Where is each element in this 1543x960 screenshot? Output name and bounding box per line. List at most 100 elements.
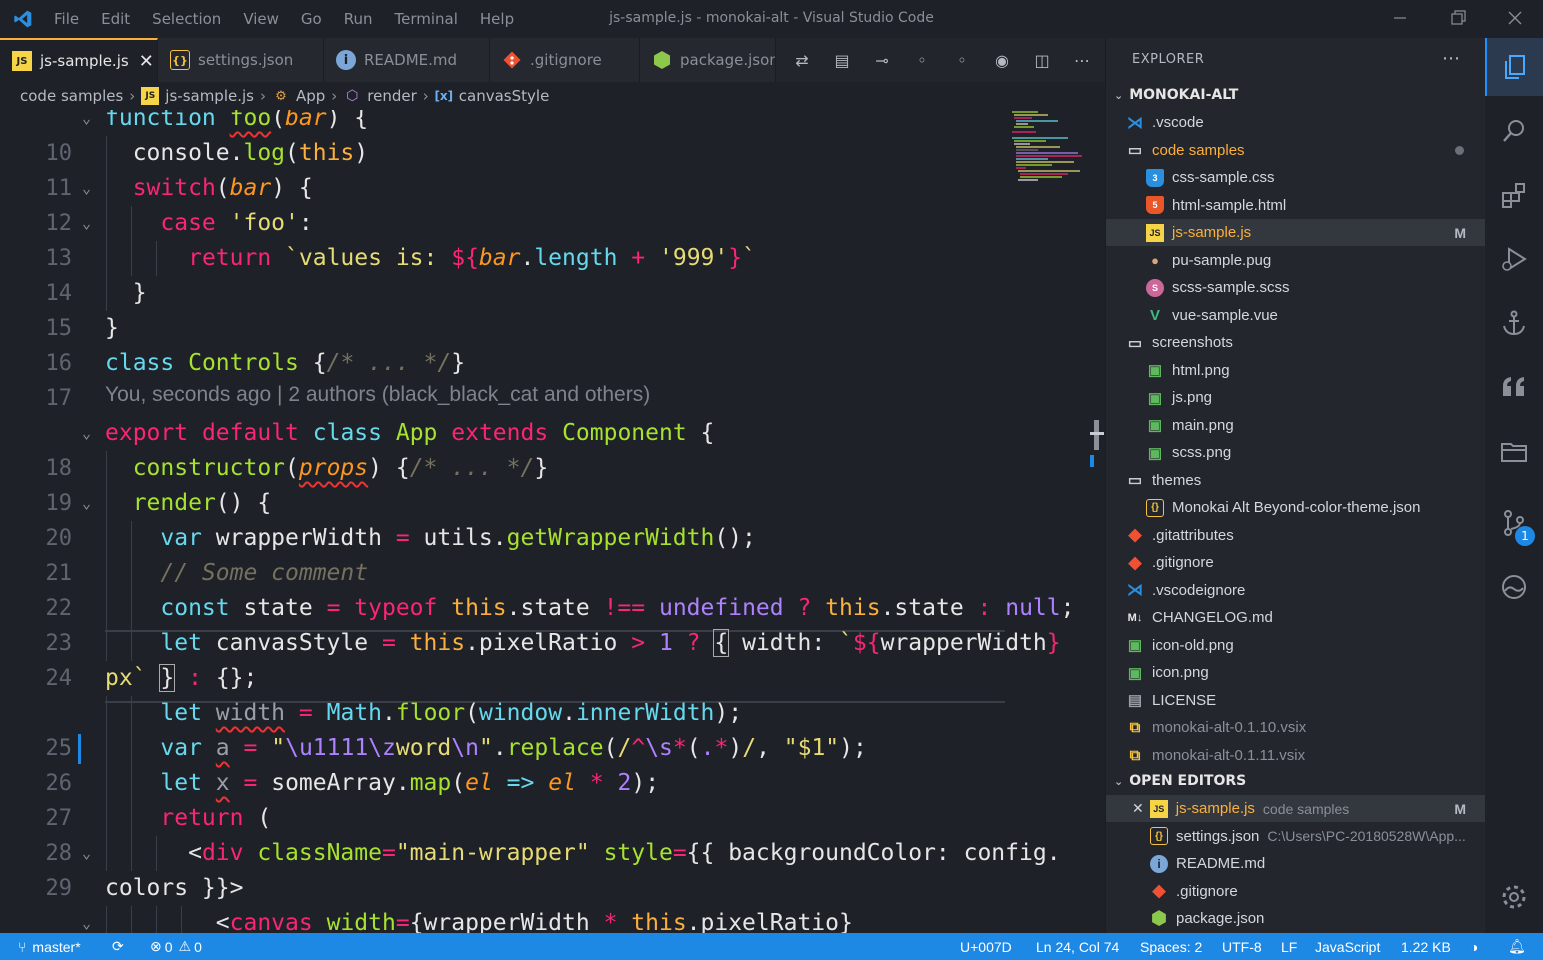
open-editor-item[interactable]: i README.md [1106,850,1486,877]
explorer-item[interactable]: M↓ CHANGELOG.md [1106,604,1486,631]
indentation-status[interactable]: Spaces: 2 [1140,933,1202,960]
explorer-item[interactable]: Sscss-sample.scss [1106,274,1486,301]
cursor-position-status[interactable]: Ln 24, Col 74 [1036,933,1119,960]
explorer-item[interactable]: ⋊ .vscode [1106,109,1486,136]
fold-chevron-icon[interactable]: ⌄ [82,171,91,206]
menu-help[interactable]: Help [480,10,514,28]
tab-gitignore[interactable]: .gitignore [490,38,640,82]
language-mode-status[interactable]: JavaScript [1315,933,1380,960]
menu-terminal[interactable]: Terminal [395,10,458,28]
explorer-item[interactable]: ⧉ monokai-alt-0.1.10.vsix [1106,714,1486,741]
fold-chevron-icon[interactable]: ⌄ [82,906,91,933]
open-preview-icon[interactable]: ▤ [822,48,862,72]
workspace-section-header[interactable]: ⌄ MONOKAI-ALT [1106,82,1486,108]
explorer-icon[interactable] [1485,38,1543,96]
fold-chevron-icon[interactable]: ⌄ [82,206,91,241]
more-actions-icon[interactable]: ⋯ [1442,48,1460,69]
next-change-icon[interactable]: ◦ [942,48,982,72]
codelens-authors[interactable]: You, seconds ago | 2 authors (black_blac… [105,383,650,407]
sync-icon[interactable]: ⟳ [112,933,124,960]
fold-chevron-icon[interactable]: ⌄ [82,110,91,136]
explorer-item[interactable]: ▣ js.png [1106,384,1486,411]
menu-go[interactable]: Go [301,10,322,28]
explorer-item[interactable]: ▣ html.png [1106,357,1486,384]
timeline-icon[interactable] [1485,558,1543,616]
compare-changes-icon[interactable]: ⇄ [782,48,822,72]
close-window-icon[interactable] [1505,8,1525,28]
extensions-icon[interactable] [1485,166,1543,224]
explorer-item[interactable]: JS js-sample.js M [1106,219,1486,246]
previous-change-icon[interactable]: ◦ [902,48,942,72]
menu-file[interactable]: File [54,10,79,28]
tab-readme[interactable]: i README.md [324,38,490,82]
info-icon: i [1150,854,1168,873]
menu-selection[interactable]: Selection [152,10,221,28]
breadcrumb-folder[interactable]: code samples [20,87,123,105]
notifications-bell-icon[interactable]: 🔔︎ [1508,933,1526,960]
explorer-item[interactable]: ▣ main.png [1106,412,1486,439]
branch-status[interactable]: ⑂ master* [18,933,81,960]
explorer-item[interactable]: ▣ icon-old.png [1106,632,1486,659]
explorer-item[interactable]: ▭ themes [1106,467,1486,494]
breadcrumb-class[interactable]: App [296,87,325,105]
settings-gear-icon[interactable] [1485,868,1543,926]
activity-bar: 1 [1485,38,1543,933]
explorer-item[interactable]: {} Monokai Alt Beyond-color-theme.json [1106,494,1486,521]
minimize-icon[interactable] [1390,8,1410,28]
folder-icon[interactable] [1485,422,1543,480]
tab-label: .gitignore [530,51,602,69]
breadcrumb-file[interactable]: js-sample.js [165,87,254,105]
explorer-item[interactable]: ▭ code samples [1106,137,1486,164]
fold-chevron-icon[interactable]: ⌄ [82,486,91,521]
theme-toggle-icon[interactable]: ◑ [1470,933,1478,960]
breadcrumb-variable[interactable]: canvasStyle [459,87,550,105]
problems-status[interactable]: ⊗ 0 ⚠ 0 [150,933,202,960]
open-editor-item[interactable]: ◆ .gitignore [1106,878,1486,905]
close-editor-icon[interactable]: ✕ [1132,800,1144,817]
explorer-item[interactable]: ⧉ monokai-alt-0.1.11.vsix [1106,742,1486,769]
explorer-item[interactable]: ▣ scss.png [1106,439,1486,466]
minimap[interactable] [1008,110,1088,190]
breadcrumb-method[interactable]: render [367,87,417,105]
explorer-item[interactable]: ● pu-sample.pug [1106,247,1486,274]
tab-settings-json[interactable]: {} settings.json [158,38,324,82]
char-code-status[interactable]: U+007D [960,933,1012,960]
toggle-blame-icon[interactable]: ◉ [982,48,1022,72]
open-editor-item[interactable]: ⬢ package.json [1106,905,1486,932]
menu-run[interactable]: Run [344,10,373,28]
search-icon[interactable] [1485,102,1543,160]
encoding-status[interactable]: UTF-8 [1222,933,1262,960]
fold-chevron-icon[interactable]: ⌄ [82,836,91,871]
open-editor-description: code samples [1262,800,1350,817]
restore-icon[interactable] [1448,8,1468,28]
explorer-item[interactable]: Vvue-sample.vue [1106,302,1486,329]
quote-icon[interactable] [1485,358,1543,416]
tab-js-sample[interactable]: JS js-sample.js ✕ [0,38,158,82]
menu-view[interactable]: View [243,10,279,28]
tab-package-json[interactable]: package.json [640,38,776,82]
run-debug-icon[interactable] [1485,230,1543,288]
explorer-item[interactable]: ▤ LICENSE [1106,687,1486,714]
fold-chevron-icon[interactable]: ⌄ [82,416,91,451]
open-editors-section-header[interactable]: ⌄ OPEN EDITORS [1106,768,1486,794]
open-editor-item[interactable]: ✕ JS js-sample.js code samples M [1106,795,1486,822]
explorer-item[interactable]: 3 css-sample.css [1106,164,1486,191]
more-actions-icon[interactable]: ⋯ [1062,48,1102,72]
explorer-item[interactable]: ▭ screenshots [1106,329,1486,356]
code-editor[interactable]: 10 ⌄ function foo(bar) { 11 console.log(… [0,110,1105,933]
vertical-scrollbar[interactable] [1090,110,1104,933]
explorer-item[interactable]: ◆ .gitattributes [1106,522,1486,549]
explorer-item[interactable]: ▣ icon.png [1106,659,1486,686]
eol-status[interactable]: LF [1281,933,1297,960]
explorer-item[interactable]: ⋊ .vscodeignore [1106,577,1486,604]
close-tab-icon[interactable]: ✕ [139,51,154,72]
split-editor-icon[interactable]: ◫ [1022,48,1062,72]
explorer-item[interactable]: 5 html-sample.html [1106,192,1486,219]
git-commit-icon[interactable]: ⊸ [862,48,902,72]
source-control-icon[interactable]: 1 [1485,494,1543,552]
status-bar: ⑂ master* ⟳ ⊗ 0 ⚠ 0 U+007D Ln 24, Col 74… [0,933,1543,960]
open-editor-item[interactable]: {} settings.json C:\Users\PC-20180528W\App… [1106,823,1486,850]
anchor-icon[interactable] [1485,294,1543,352]
menu-edit[interactable]: Edit [101,10,130,28]
explorer-item[interactable]: ◆ .gitignore [1106,549,1486,576]
